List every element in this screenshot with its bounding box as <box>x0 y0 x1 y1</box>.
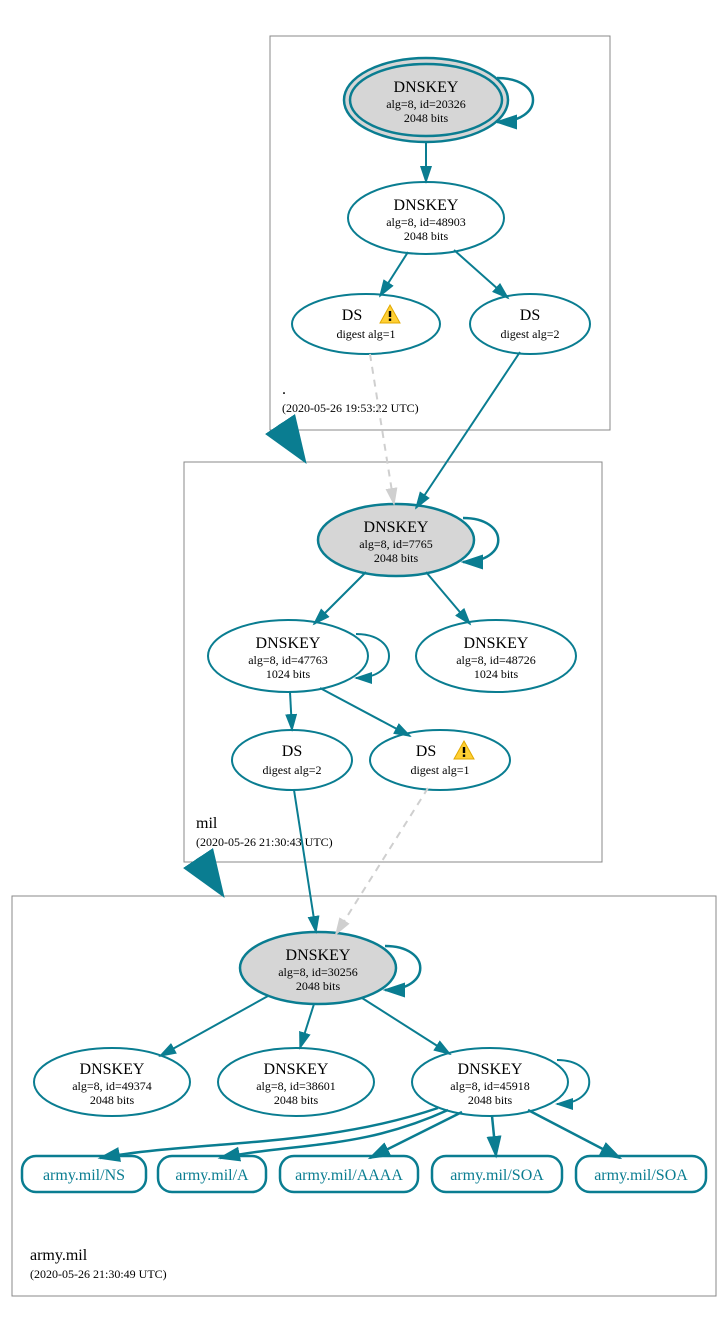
svg-text:army.mil/AAAA: army.mil/AAAA <box>295 1167 403 1184</box>
svg-text:DNSKEY: DNSKEY <box>464 635 529 652</box>
svg-text:2048 bits: 2048 bits <box>90 1093 135 1107</box>
zone-army: army.mil (2020-05-26 21:30:49 UTC) DNSKE… <box>12 788 716 1296</box>
svg-text:alg=8, id=48726: alg=8, id=48726 <box>456 653 536 667</box>
edge-mil-ds1-to-army-ksk <box>336 788 428 934</box>
dnssec-diagram: . (2020-05-26 19:53:22 UTC) DNSKEY alg=8… <box>0 0 728 1320</box>
edge-army-ksk-to-zsk1 <box>160 996 268 1056</box>
svg-text:DS: DS <box>282 743 302 760</box>
zone-mil-name: mil <box>196 815 218 832</box>
svg-text:digest alg=1: digest alg=1 <box>336 327 395 341</box>
svg-text:alg=8, id=47763: alg=8, id=47763 <box>248 653 328 667</box>
edge-zsk3-to-a <box>220 1110 448 1158</box>
svg-text:army.mil/SOA: army.mil/SOA <box>450 1167 544 1184</box>
svg-text:alg=8, id=38601: alg=8, id=38601 <box>256 1079 336 1093</box>
edge-army-ksk-to-zsk2 <box>300 1004 314 1048</box>
svg-text:DNSKEY: DNSKEY <box>394 79 459 96</box>
svg-text:DNSKEY: DNSKEY <box>256 635 321 652</box>
node-mil-zsk1: DNSKEY alg=8, id=47763 1024 bits <box>208 620 368 692</box>
svg-text:DS: DS <box>342 307 362 324</box>
edge-zsk3-to-aaaa <box>370 1112 462 1158</box>
edge-zsk3-to-soa1 <box>492 1116 496 1156</box>
edge-army-ksk-to-zsk3 <box>362 998 450 1054</box>
edge-root-ds1-to-mil-ksk <box>370 354 394 504</box>
svg-text:army.mil/SOA: army.mil/SOA <box>594 1167 688 1184</box>
rr-a: army.mil/A <box>158 1156 266 1192</box>
node-root-ds2: DS digest alg=2 <box>470 294 590 354</box>
svg-text:2048 bits: 2048 bits <box>296 979 341 993</box>
svg-text:digest alg=1: digest alg=1 <box>410 763 469 777</box>
svg-text:DNSKEY: DNSKEY <box>394 197 459 214</box>
svg-text:alg=8, id=7765: alg=8, id=7765 <box>359 537 433 551</box>
svg-text:1024 bits: 1024 bits <box>474 667 519 681</box>
svg-text:DNSKEY: DNSKEY <box>80 1061 145 1078</box>
svg-text:2048 bits: 2048 bits <box>274 1093 319 1107</box>
edge-mil-zsk1-to-ds1 <box>320 688 410 736</box>
svg-text:DS: DS <box>416 743 436 760</box>
svg-text:2048 bits: 2048 bits <box>404 111 449 125</box>
node-army-zsk1: DNSKEY alg=8, id=49374 2048 bits <box>34 1048 190 1116</box>
rr-aaaa: army.mil/AAAA <box>280 1156 418 1192</box>
node-root-ds1: DS digest alg=1 <box>292 294 440 354</box>
svg-text:DNSKEY: DNSKEY <box>286 947 351 964</box>
svg-text:digest alg=2: digest alg=2 <box>500 327 559 341</box>
edge-mil-zsk1-to-ds2 <box>290 692 292 730</box>
zone-mil: mil (2020-05-26 21:30:43 UTC) DNSKEY alg… <box>184 352 602 862</box>
svg-text:digest alg=2: digest alg=2 <box>262 763 321 777</box>
svg-text:2048 bits: 2048 bits <box>404 229 449 243</box>
rr-soa1: army.mil/SOA <box>432 1156 562 1192</box>
edge-mil-ksk-to-zsk1 <box>314 572 366 624</box>
svg-text:alg=8, id=45918: alg=8, id=45918 <box>450 1079 530 1093</box>
svg-text:2048 bits: 2048 bits <box>374 551 419 565</box>
svg-text:2048 bits: 2048 bits <box>468 1093 513 1107</box>
node-mil-ds1: DS digest alg=1 <box>370 730 510 790</box>
svg-text:DNSKEY: DNSKEY <box>364 519 429 536</box>
zone-army-name: army.mil <box>30 1247 88 1264</box>
svg-text:army.mil/NS: army.mil/NS <box>43 1167 125 1184</box>
node-mil-ksk: DNSKEY alg=8, id=7765 2048 bits <box>318 504 474 576</box>
edge-root-zsk-to-ds1 <box>380 252 408 296</box>
svg-text:alg=8, id=30256: alg=8, id=30256 <box>278 965 358 979</box>
zone-root: . (2020-05-26 19:53:22 UTC) DNSKEY alg=8… <box>270 36 610 430</box>
edge-zsk3-to-soa2 <box>528 1110 620 1158</box>
node-army-zsk2: DNSKEY alg=8, id=38601 2048 bits <box>218 1048 374 1116</box>
edge-mil-ksk-to-zsk2 <box>426 572 470 624</box>
zone-mil-ts: (2020-05-26 21:30:43 UTC) <box>196 835 333 849</box>
node-mil-ds2: DS digest alg=2 <box>232 730 352 790</box>
zone-root-name: . <box>282 381 286 398</box>
svg-text:DNSKEY: DNSKEY <box>458 1061 523 1078</box>
svg-text:alg=8, id=20326: alg=8, id=20326 <box>386 97 466 111</box>
svg-text:army.mil/A: army.mil/A <box>175 1167 249 1184</box>
node-mil-zsk2: DNSKEY alg=8, id=48726 1024 bits <box>416 620 576 692</box>
edge-root-zsk-to-ds2 <box>454 250 508 298</box>
node-root-zsk: DNSKEY alg=8, id=48903 2048 bits <box>348 182 504 254</box>
zone-root-ts: (2020-05-26 19:53:22 UTC) <box>282 401 419 415</box>
svg-text:alg=8, id=49374: alg=8, id=49374 <box>72 1079 152 1093</box>
edge-mil-ds2-to-army-ksk <box>294 790 316 932</box>
node-root-ksk: DNSKEY alg=8, id=20326 2048 bits <box>344 58 508 142</box>
svg-text:DS: DS <box>520 307 540 324</box>
node-army-ksk: DNSKEY alg=8, id=30256 2048 bits <box>240 932 396 1004</box>
node-army-zsk3: DNSKEY alg=8, id=45918 2048 bits <box>412 1048 568 1116</box>
rr-ns: army.mil/NS <box>22 1156 146 1192</box>
zone-army-ts: (2020-05-26 21:30:49 UTC) <box>30 1267 167 1281</box>
edge-delegation-root-to-mil <box>280 424 300 454</box>
svg-text:DNSKEY: DNSKEY <box>264 1061 329 1078</box>
rr-soa2: army.mil/SOA <box>576 1156 706 1192</box>
svg-text:1024 bits: 1024 bits <box>266 667 311 681</box>
svg-text:alg=8, id=48903: alg=8, id=48903 <box>386 215 466 229</box>
